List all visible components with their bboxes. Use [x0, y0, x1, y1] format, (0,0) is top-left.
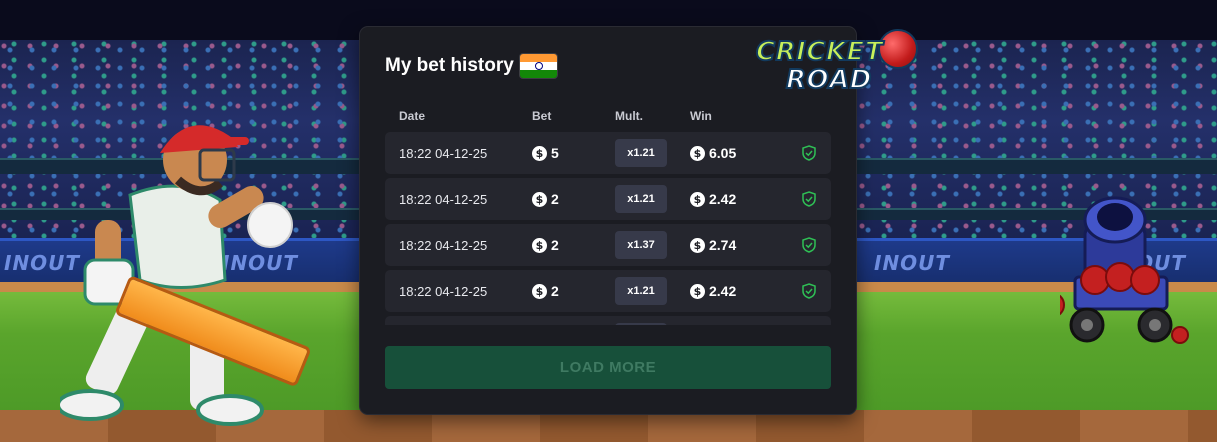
row-win: $2.42: [690, 270, 736, 312]
row-date: 18:22 04-12-25: [399, 237, 488, 253]
column-header-win: Win: [690, 109, 712, 123]
row-date: 18:22 04-12-25: [399, 283, 488, 299]
multiplier-pill: [615, 323, 667, 325]
row-date: 18:22 04-12-25: [399, 145, 488, 161]
dollar-coin-icon: $: [532, 145, 547, 161]
row-mult: x1.21: [615, 178, 667, 220]
row-bet-value: 2: [551, 283, 559, 299]
dollar-coin-icon: $: [690, 145, 705, 161]
table-row: 18:22 04-12-25 $2 x1.37 $2.74: [385, 224, 831, 266]
row-bet: $5: [532, 132, 559, 174]
load-more-button[interactable]: LOAD MORE: [385, 346, 831, 389]
logo-line1: CRICKET: [755, 36, 884, 68]
row-mult: x1.21: [615, 270, 667, 312]
table-header: Date Bet Mult. Win: [385, 109, 831, 125]
dollar-coin-icon: $: [690, 283, 705, 299]
table-row: 18:22 04-12-25 $5 x1.21 $6.05: [385, 132, 831, 174]
shield-check-icon[interactable]: [802, 178, 816, 220]
dollar-coin-icon: $: [690, 237, 705, 253]
dollar-coin-icon: $: [532, 237, 547, 253]
shield-check-icon[interactable]: [802, 270, 816, 312]
multiplier-pill: x1.21: [615, 139, 667, 167]
column-header-mult: Mult.: [615, 109, 643, 123]
shield-check-icon[interactable]: [802, 224, 816, 266]
row-win-value: 2.42: [709, 191, 737, 207]
row-win: $2.42: [690, 178, 736, 220]
table-row: 18:22 04-12-25 $2 x1.21 $2.42: [385, 270, 831, 312]
row-bet-value: 2: [551, 191, 559, 207]
row-date: 18:22 04-12-25: [399, 191, 488, 207]
shield-check-icon[interactable]: [802, 132, 816, 174]
panel-title: My bet history: [385, 54, 557, 78]
row-win-value: 2.74: [709, 237, 737, 253]
row-mult: x1.21: [615, 132, 667, 174]
dollar-coin-icon: $: [532, 283, 547, 299]
row-bet: $2: [532, 270, 559, 312]
board-logo: INOUT: [874, 251, 951, 275]
cricket-ball-icon: [878, 29, 918, 69]
panel-title-text: My bet history: [385, 55, 514, 76]
multiplier-pill: x1.37: [615, 231, 667, 259]
table-row: 18:22 04-12-25 $2 x1.21 $2.42: [385, 178, 831, 220]
row-win: $2.74: [690, 224, 736, 266]
logo-line2: ROAD: [785, 64, 872, 96]
row-win-value: 2.42: [709, 283, 737, 299]
batsman-character: [60, 125, 293, 426]
table-row-partial: [385, 316, 831, 325]
column-header-bet: Bet: [532, 109, 552, 123]
row-bet-value: 2: [551, 237, 559, 253]
row-mult: x1.37: [615, 224, 667, 266]
multiplier-pill: x1.21: [615, 185, 667, 213]
row-win-value: 6.05: [709, 145, 737, 161]
dollar-coin-icon: $: [690, 191, 705, 207]
game-scene: INOUT INOUT INOUT INOUT My bet history D…: [0, 0, 1217, 442]
dollar-coin-icon: $: [532, 191, 547, 207]
row-mult: [615, 316, 667, 325]
row-win: $6.05: [690, 132, 736, 174]
cricket-road-logo: CRICKET ROAD: [748, 27, 920, 103]
multiplier-pill: x1.21: [615, 277, 667, 305]
ball-cannon: [1060, 196, 1189, 344]
india-flag-icon: [519, 54, 557, 78]
row-bet-value: 5: [551, 145, 559, 161]
row-bet: $2: [532, 224, 559, 266]
row-bet: $2: [532, 178, 559, 220]
column-header-date: Date: [399, 109, 426, 123]
bet-history-list[interactable]: 18:22 04-12-25 $5 x1.21 $6.05 18:22 04-1…: [385, 132, 831, 325]
